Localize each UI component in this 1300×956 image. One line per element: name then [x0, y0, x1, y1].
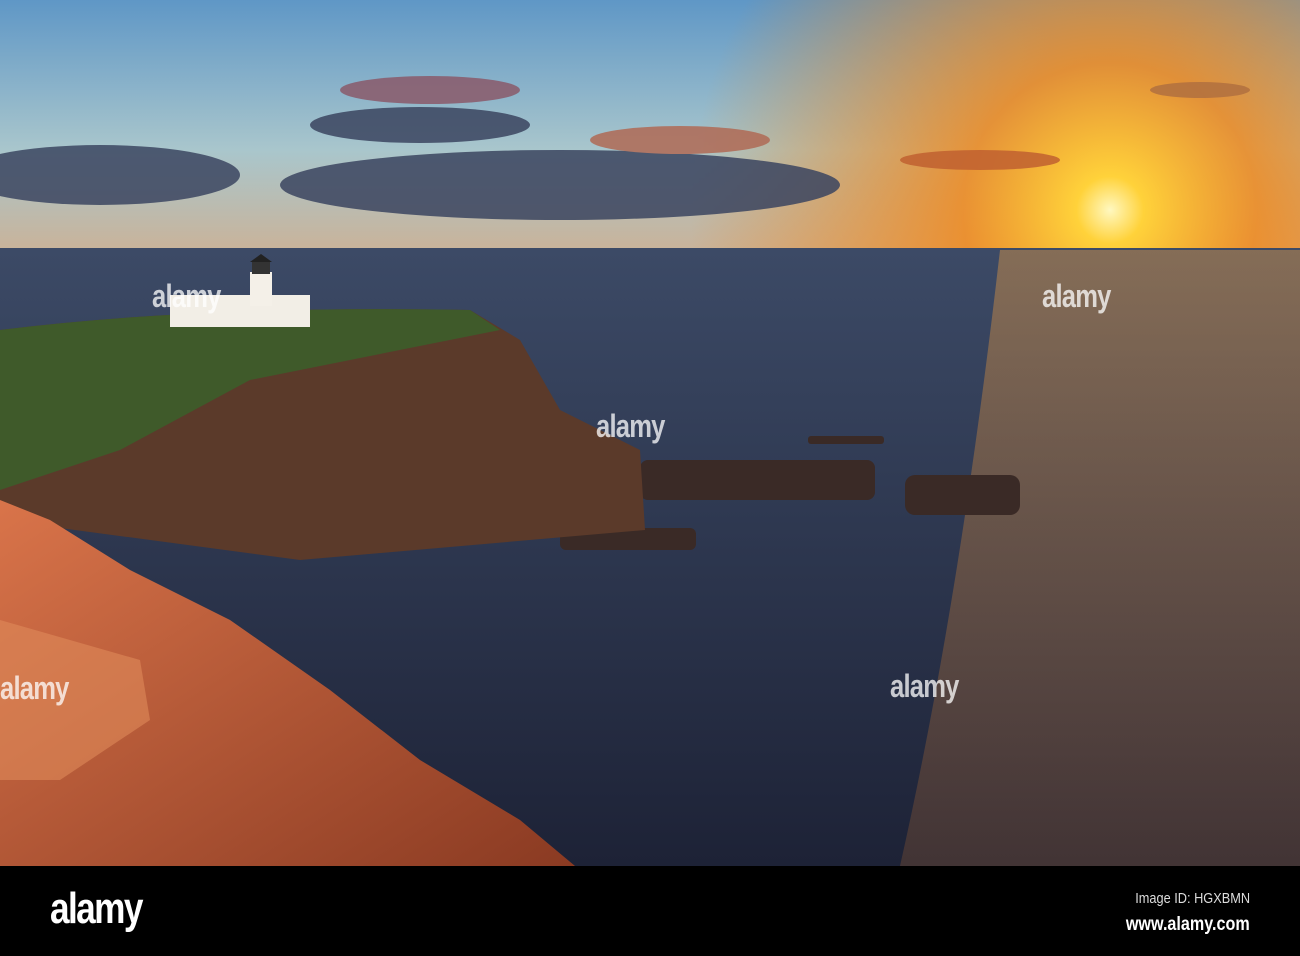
- watermark: alamy: [1042, 278, 1111, 314]
- footer-bar: alamy Image ID: HGXBMN www.alamy.com: [0, 866, 1300, 956]
- site-url: www.alamy.com: [1126, 914, 1250, 935]
- watermark: alamy: [152, 278, 221, 314]
- image-id: Image ID: HGXBMN: [1135, 890, 1250, 907]
- watermark: alamy: [890, 668, 959, 704]
- watermark: alamy: [0, 670, 69, 706]
- watermark: alamy: [596, 408, 665, 444]
- alamy-logo: alamy: [50, 884, 143, 933]
